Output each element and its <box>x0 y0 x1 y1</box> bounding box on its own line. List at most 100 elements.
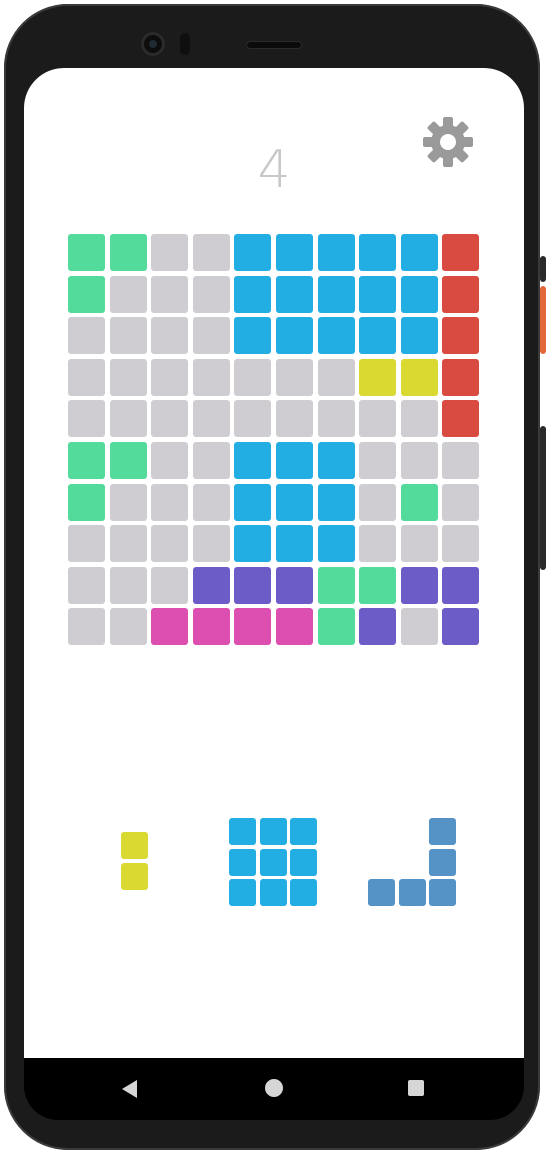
board-cell-filled[interactable] <box>192 566 230 604</box>
board-cell-filled[interactable] <box>400 234 438 271</box>
board-cell-filled[interactable] <box>359 608 397 646</box>
board-cell-filled[interactable] <box>359 358 397 396</box>
board-cell-empty[interactable] <box>68 566 105 604</box>
board-cell-empty[interactable] <box>192 525 230 563</box>
board-cell-empty[interactable] <box>276 358 313 396</box>
board-cell-empty[interactable] <box>400 400 438 438</box>
board-cell-empty[interactable] <box>192 234 230 271</box>
board-cell-filled[interactable] <box>234 525 272 563</box>
board-cell-empty[interactable] <box>151 483 189 521</box>
board-cell-filled[interactable] <box>109 442 147 479</box>
back-button[interactable] <box>98 1058 158 1120</box>
board-cell-empty[interactable] <box>400 525 438 563</box>
board-cell-filled[interactable] <box>68 442 105 479</box>
board-cell-filled[interactable] <box>359 234 397 271</box>
board-cell-filled[interactable] <box>234 483 272 521</box>
board-cell-empty[interactable] <box>151 442 189 479</box>
board-cell-filled[interactable] <box>442 400 480 438</box>
board-cell-filled[interactable] <box>276 275 313 313</box>
board-cell-filled[interactable] <box>109 234 147 271</box>
board-cell-empty[interactable] <box>109 317 147 355</box>
board-cell-filled[interactable] <box>442 275 480 313</box>
board-cell-empty[interactable] <box>151 400 189 438</box>
board-cell-filled[interactable] <box>442 234 480 271</box>
board-cell-empty[interactable] <box>442 525 480 563</box>
board-cell-empty[interactable] <box>234 358 272 396</box>
board-cell-empty[interactable] <box>68 525 105 563</box>
board-cell-empty[interactable] <box>359 483 397 521</box>
board-cell-filled[interactable] <box>317 566 355 604</box>
board-cell-empty[interactable] <box>192 442 230 479</box>
board-cell-empty[interactable] <box>442 442 480 479</box>
board-cell-filled[interactable] <box>359 566 397 604</box>
board-cell-filled[interactable] <box>317 234 355 271</box>
board-cell-empty[interactable] <box>109 566 147 604</box>
board-cell-filled[interactable] <box>317 275 355 313</box>
board-cell-filled[interactable] <box>276 525 313 563</box>
board-cell-empty[interactable] <box>109 525 147 563</box>
board-cell-filled[interactable] <box>317 608 355 646</box>
board-cell-empty[interactable] <box>317 358 355 396</box>
board-cell-filled[interactable] <box>234 608 272 646</box>
board-cell-empty[interactable] <box>359 525 397 563</box>
board-cell-empty[interactable] <box>234 400 272 438</box>
board-cell-filled[interactable] <box>68 275 105 313</box>
board-cell-empty[interactable] <box>192 400 230 438</box>
board-cell-filled[interactable] <box>234 317 272 355</box>
game-board[interactable] <box>68 234 482 648</box>
board-cell-filled[interactable] <box>359 317 397 355</box>
board-cell-filled[interactable] <box>276 483 313 521</box>
board-cell-filled[interactable] <box>151 608 189 646</box>
board-cell-empty[interactable] <box>359 400 397 438</box>
board-cell-empty[interactable] <box>192 317 230 355</box>
board-cell-empty[interactable] <box>68 358 105 396</box>
board-cell-empty[interactable] <box>151 358 189 396</box>
board-cell-empty[interactable] <box>109 400 147 438</box>
board-cell-empty[interactable] <box>400 608 438 646</box>
board-cell-empty[interactable] <box>359 442 397 479</box>
board-cell-filled[interactable] <box>234 566 272 604</box>
board-cell-filled[interactable] <box>68 234 105 271</box>
board-cell-filled[interactable] <box>400 358 438 396</box>
board-cell-empty[interactable] <box>276 400 313 438</box>
board-cell-filled[interactable] <box>400 275 438 313</box>
board-cell-filled[interactable] <box>442 317 480 355</box>
recents-button[interactable] <box>386 1058 446 1120</box>
board-cell-empty[interactable] <box>151 566 189 604</box>
board-cell-filled[interactable] <box>234 275 272 313</box>
board-cell-filled[interactable] <box>192 608 230 646</box>
board-cell-filled[interactable] <box>442 358 480 396</box>
board-cell-filled[interactable] <box>276 234 313 271</box>
board-cell-filled[interactable] <box>359 275 397 313</box>
board-cell-filled[interactable] <box>276 608 313 646</box>
board-cell-filled[interactable] <box>317 525 355 563</box>
board-cell-empty[interactable] <box>192 483 230 521</box>
board-cell-empty[interactable] <box>192 358 230 396</box>
board-cell-empty[interactable] <box>151 525 189 563</box>
board-cell-filled[interactable] <box>442 608 480 646</box>
board-cell-empty[interactable] <box>109 358 147 396</box>
board-cell-empty[interactable] <box>109 483 147 521</box>
board-cell-empty[interactable] <box>151 234 189 271</box>
home-button[interactable] <box>244 1058 304 1120</box>
board-cell-empty[interactable] <box>400 442 438 479</box>
board-cell-filled[interactable] <box>317 483 355 521</box>
board-cell-filled[interactable] <box>442 566 480 604</box>
board-cell-filled[interactable] <box>400 566 438 604</box>
board-cell-empty[interactable] <box>68 608 105 646</box>
board-cell-filled[interactable] <box>400 317 438 355</box>
board-cell-filled[interactable] <box>317 442 355 479</box>
board-cell-filled[interactable] <box>276 566 313 604</box>
board-cell-empty[interactable] <box>109 275 147 313</box>
board-cell-empty[interactable] <box>151 275 189 313</box>
board-cell-empty[interactable] <box>68 400 105 438</box>
board-cell-filled[interactable] <box>276 317 313 355</box>
board-cell-filled[interactable] <box>68 483 105 521</box>
board-cell-empty[interactable] <box>109 608 147 646</box>
board-cell-filled[interactable] <box>234 234 272 271</box>
board-cell-filled[interactable] <box>234 442 272 479</box>
board-cell-empty[interactable] <box>151 317 189 355</box>
board-cell-filled[interactable] <box>276 442 313 479</box>
board-cell-filled[interactable] <box>400 483 438 521</box>
board-cell-empty[interactable] <box>442 483 480 521</box>
